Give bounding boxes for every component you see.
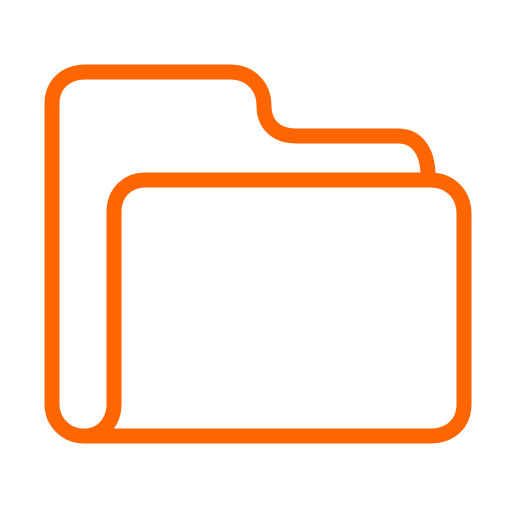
icon-canvas <box>0 0 512 512</box>
folder-icon <box>44 64 472 444</box>
folder-front-panel <box>76 172 472 444</box>
